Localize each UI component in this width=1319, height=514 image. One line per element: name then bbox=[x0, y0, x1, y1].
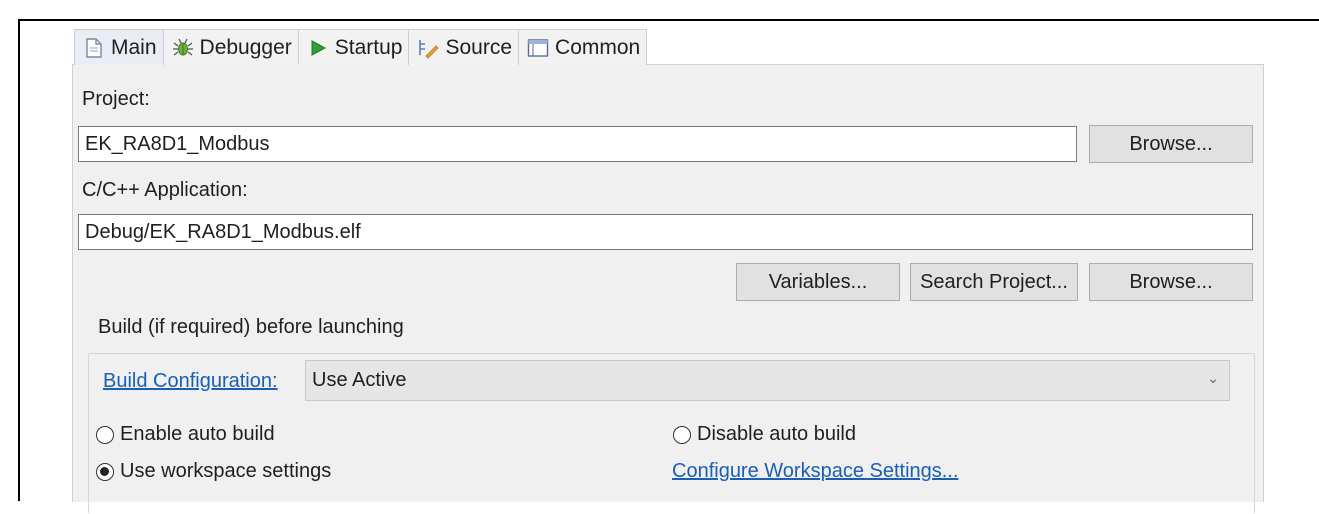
tab-startup[interactable]: Startup bbox=[298, 29, 410, 65]
application-label: C/C++ Application: bbox=[82, 179, 248, 201]
tab-strip: Main Debugger Startup Source Common bbox=[74, 29, 648, 65]
frame-left-border bbox=[18, 19, 20, 501]
search-project-button[interactable]: Search Project... bbox=[910, 263, 1078, 301]
configure-workspace-settings-link[interactable]: Configure Workspace Settings... bbox=[672, 460, 958, 482]
chevron-down-icon: ⌄ bbox=[1207, 370, 1219, 386]
source-lookup-icon bbox=[417, 37, 440, 59]
project-label: Project: bbox=[82, 88, 150, 110]
frame-top-border bbox=[18, 19, 1319, 21]
build-configuration-value: Use Active bbox=[312, 369, 407, 391]
application-browse-button[interactable]: Browse... bbox=[1089, 263, 1253, 301]
tab-common-label: Common bbox=[555, 35, 641, 59]
build-group-title: Build (if required) before launching bbox=[95, 316, 407, 339]
use-workspace-settings-radio[interactable]: Use workspace settings bbox=[96, 460, 331, 483]
tab-debugger[interactable]: Debugger bbox=[163, 29, 299, 65]
radio-indicator bbox=[673, 425, 691, 444]
tab-common[interactable]: Common bbox=[519, 29, 648, 65]
disable-auto-build-radio[interactable]: Disable auto build bbox=[673, 423, 856, 446]
variables-button[interactable]: Variables... bbox=[736, 263, 900, 301]
project-browse-button[interactable]: Browse... bbox=[1089, 125, 1253, 163]
disable-auto-build-label: Disable auto build bbox=[697, 423, 856, 445]
window-icon bbox=[527, 37, 549, 59]
build-configuration-link[interactable]: Build Configuration: bbox=[103, 370, 278, 392]
tab-main[interactable]: Main bbox=[74, 29, 164, 65]
tab-source-label: Source bbox=[445, 35, 513, 59]
use-workspace-settings-label: Use workspace settings bbox=[120, 460, 332, 482]
tab-startup-label: Startup bbox=[334, 35, 403, 59]
document-icon bbox=[83, 37, 105, 59]
radio-indicator-checked bbox=[96, 462, 114, 481]
enable-auto-build-radio[interactable]: Enable auto build bbox=[96, 423, 275, 446]
tab-main-label: Main bbox=[111, 35, 157, 59]
tab-debugger-label: Debugger bbox=[199, 35, 292, 59]
build-configuration-select[interactable]: Use Active ⌄ bbox=[305, 360, 1230, 401]
application-field[interactable]: Debug/EK_RA8D1_Modbus.elf bbox=[78, 214, 1253, 250]
project-field[interactable]: EK_RA8D1_Modbus bbox=[78, 126, 1077, 162]
radio-indicator bbox=[96, 425, 114, 444]
tab-source[interactable]: Source bbox=[409, 29, 520, 65]
enable-auto-build-label: Enable auto build bbox=[120, 423, 275, 445]
play-icon bbox=[307, 37, 329, 59]
bug-icon bbox=[172, 37, 194, 59]
